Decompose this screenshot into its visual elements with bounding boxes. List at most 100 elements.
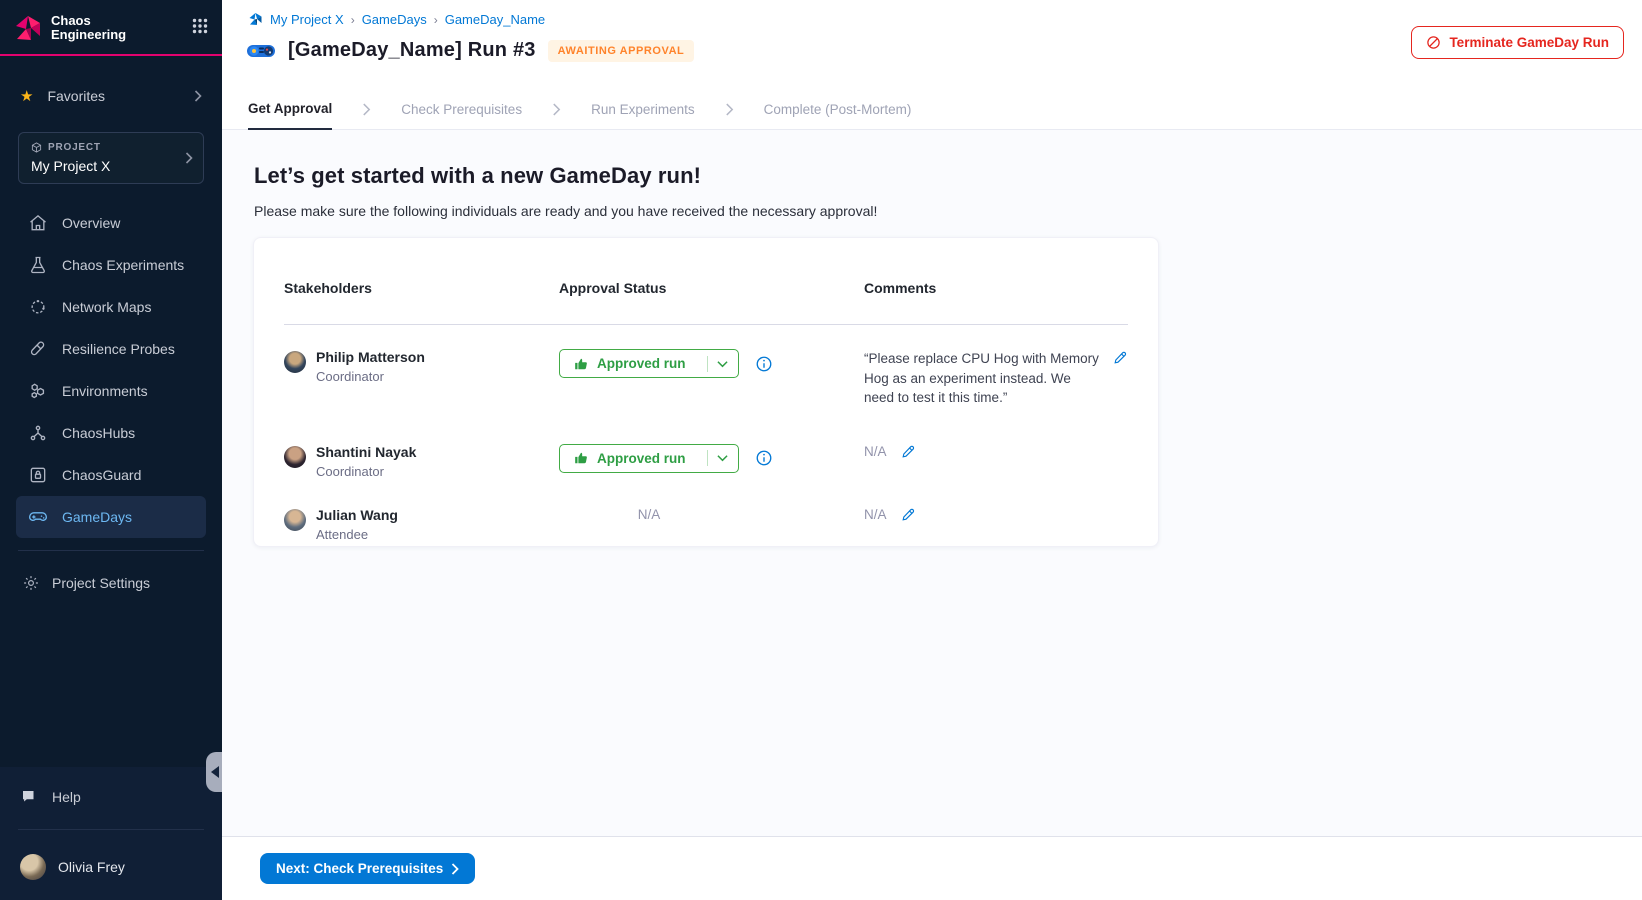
terminate-button-label: Terminate GameDay Run — [1449, 35, 1609, 50]
page-heading: Let’s get started with a new GameDay run… — [222, 131, 1642, 189]
edit-comment-pencil-icon[interactable] — [901, 507, 916, 522]
brand-title: Chaos Engineering — [51, 14, 192, 43]
comment-text: “Please replace CPU Hog with Memory Hog … — [864, 349, 1099, 408]
stakeholders-card: Stakeholders Approval Status Comments Ph… — [253, 237, 1159, 547]
sidebar-item-overview[interactable]: Overview — [0, 202, 222, 244]
approval-status-label: Approved run — [597, 356, 686, 371]
favorites-label: Favorites — [47, 88, 105, 104]
sidebar-nav: Overview Chaos Experiments Network Maps … — [0, 202, 222, 538]
sidebar-item-chaoshubs[interactable]: ChaosHubs — [0, 412, 222, 454]
tab-label: Get Approval — [248, 101, 332, 116]
stakeholder-avatar — [284, 446, 306, 468]
stakeholder-name: Philip Matterson — [316, 349, 425, 365]
gameday-step-tabs: Get Approval Check Prerequisites Run Exp… — [222, 90, 1642, 130]
breadcrumb-gameday-name-link[interactable]: GameDay_Name — [445, 12, 545, 27]
approval-na-value: N/A — [559, 507, 739, 522]
tab-run-experiments[interactable]: Run Experiments — [591, 90, 695, 130]
page-subheading: Please make sure the following individua… — [222, 189, 1642, 219]
info-icon[interactable] — [755, 449, 773, 467]
chevron-left-icon — [211, 766, 219, 778]
project-selector[interactable]: PROJECT My Project X — [18, 132, 204, 184]
svg-text:?: ? — [26, 793, 30, 800]
footer-action-bar: Next: Check Prerequisites — [222, 836, 1642, 900]
info-icon[interactable] — [755, 355, 773, 373]
table-row: Philip Matterson Coordinator Approved ru… — [284, 325, 1128, 408]
nav-label: GameDays — [62, 509, 132, 525]
nav-label: ChaosGuard — [62, 467, 141, 483]
gamepad-icon — [28, 507, 48, 527]
user-menu[interactable]: Olivia Frey — [0, 842, 222, 900]
sidebar-item-gamedays[interactable]: GameDays — [16, 496, 206, 538]
divider — [18, 550, 204, 551]
sidebar-item-network-maps[interactable]: Network Maps — [0, 286, 222, 328]
tab-label: Complete (Post-Mortem) — [764, 102, 912, 117]
table-row: Shantini Nayak Coordinator Approved run … — [284, 408, 1128, 479]
thumbs-up-icon — [574, 451, 588, 465]
breadcrumb: My Project X › GameDays › GameDay_Name — [222, 0, 1642, 27]
chevron-right-icon — [194, 90, 202, 102]
project-settings-label: Project Settings — [52, 575, 150, 591]
breadcrumb-project-link[interactable]: My Project X — [270, 12, 344, 27]
comment-na-value: N/A — [864, 444, 887, 459]
divider — [707, 356, 708, 372]
edit-comment-pencil-icon[interactable] — [901, 444, 916, 459]
home-icon — [28, 213, 48, 233]
chevron-right-icon: › — [351, 13, 355, 27]
sidebar-item-help[interactable]: ? Help — [0, 777, 222, 817]
sidebar-item-chaosguard[interactable]: ChaosGuard — [0, 454, 222, 496]
tab-complete-post-mortem[interactable]: Complete (Post-Mortem) — [764, 90, 912, 130]
sidebar-item-chaos-experiments[interactable]: Chaos Experiments — [0, 244, 222, 286]
tab-check-prerequisites[interactable]: Check Prerequisites — [401, 90, 522, 130]
next-button-label: Next: Check Prerequisites — [276, 861, 443, 876]
environments-icon — [28, 381, 48, 401]
edit-comment-pencil-icon[interactable] — [1113, 350, 1128, 365]
probe-icon — [28, 339, 48, 359]
star-icon: ★ — [20, 87, 33, 105]
column-header-approval-status: Approval Status — [559, 262, 864, 324]
terminate-gameday-run-button[interactable]: Terminate GameDay Run — [1411, 26, 1624, 59]
breadcrumb-gamedays-link[interactable]: GameDays — [362, 12, 427, 27]
sidebar-footer: ? Help Olivia Frey — [0, 767, 222, 900]
sidebar-item-environments[interactable]: Environments — [0, 370, 222, 412]
lock-icon — [28, 465, 48, 485]
project-label: PROJECT — [48, 142, 101, 153]
cancel-circle-icon — [1426, 35, 1441, 50]
column-header-stakeholders: Stakeholders — [284, 262, 559, 324]
chevron-down-icon — [717, 454, 728, 462]
brand-header: Chaos Engineering — [0, 0, 222, 56]
sidebar-item-project-settings[interactable]: Project Settings — [0, 563, 222, 603]
approval-status-label: Approved run — [597, 451, 686, 466]
comment-na-value: N/A — [864, 507, 887, 522]
nav-label: Chaos Experiments — [62, 257, 184, 273]
module-grid-icon[interactable] — [192, 18, 208, 34]
tab-label: Run Experiments — [591, 102, 695, 117]
nav-label: Environments — [62, 383, 148, 399]
chaos-module-icon — [248, 12, 263, 27]
chevron-right-icon — [362, 103, 371, 116]
stakeholder-avatar — [284, 509, 306, 531]
network-map-icon — [28, 297, 48, 317]
sidebar-item-resilience-probes[interactable]: Resilience Probes — [0, 328, 222, 370]
stakeholder-role: Attendee — [316, 527, 398, 542]
page-title: [GameDay_Name] Run #3 — [288, 39, 536, 62]
tab-get-approval[interactable]: Get Approval — [248, 90, 332, 130]
hub-icon — [28, 423, 48, 443]
sidebar-item-favorites[interactable]: ★ Favorites — [0, 76, 222, 116]
help-label: Help — [52, 789, 81, 805]
tab-label: Check Prerequisites — [401, 102, 522, 117]
user-name: Olivia Frey — [58, 859, 125, 875]
divider — [18, 829, 204, 830]
main-content: Let’s get started with a new GameDay run… — [222, 131, 1642, 836]
chevron-right-icon — [185, 152, 193, 164]
chevron-right-icon — [552, 103, 561, 116]
stakeholder-name: Shantini Nayak — [316, 444, 416, 460]
next-check-prerequisites-button[interactable]: Next: Check Prerequisites — [260, 853, 475, 884]
thumbs-up-icon — [574, 357, 588, 371]
approval-status-dropdown[interactable]: Approved run — [559, 349, 739, 378]
user-avatar — [20, 854, 46, 880]
chevron-down-icon — [717, 360, 728, 368]
stakeholder-role: Coordinator — [316, 464, 416, 479]
approval-status-dropdown[interactable]: Approved run — [559, 444, 739, 473]
flask-icon — [28, 255, 48, 275]
cube-icon — [31, 142, 42, 153]
